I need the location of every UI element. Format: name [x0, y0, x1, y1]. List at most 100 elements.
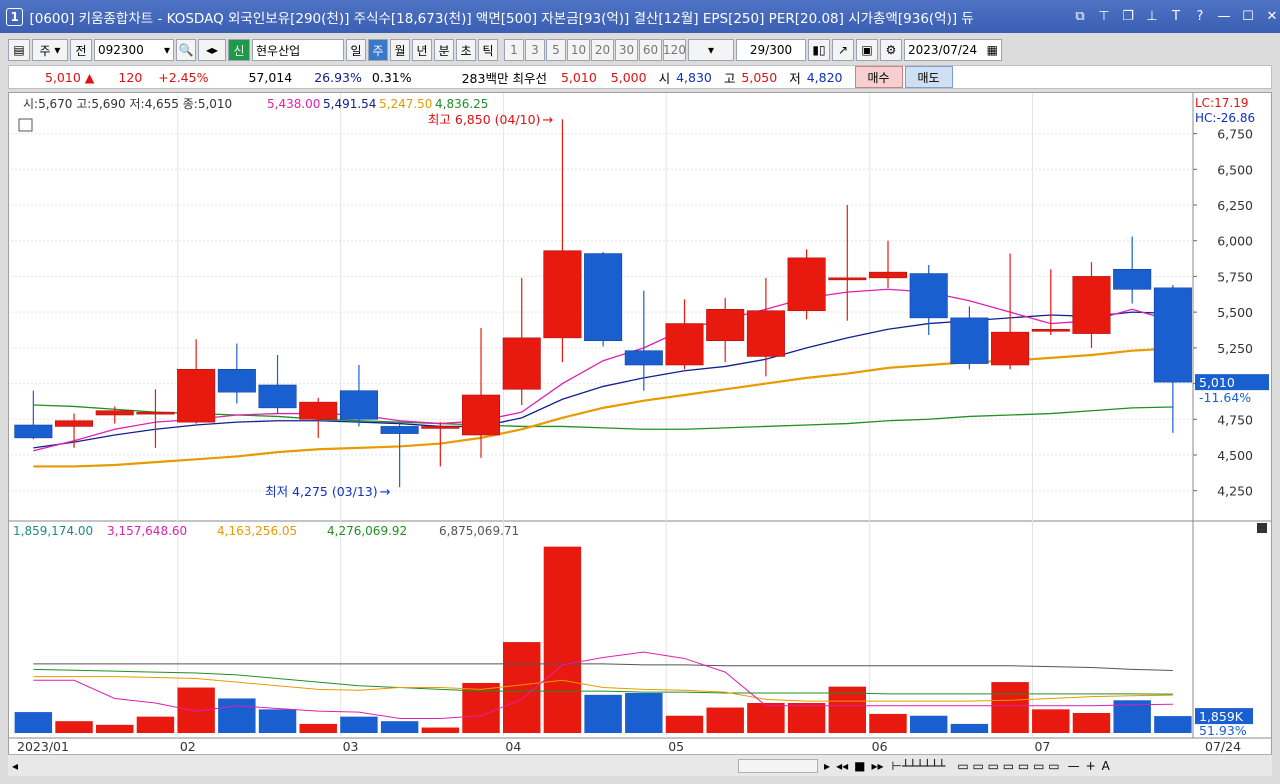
open: 4,830 — [676, 69, 712, 85]
chart-menu-icon[interactable]: ▤ — [8, 39, 30, 61]
interval-6[interactable]: 60 — [639, 39, 662, 61]
stock-name[interactable]: 현우산업 — [252, 39, 344, 61]
copy-icon[interactable]: ❐ — [1120, 9, 1136, 24]
volume-bar — [136, 716, 175, 733]
volume-bar — [96, 724, 134, 733]
tab-6[interactable]: 틱 — [478, 39, 498, 61]
volume-bar — [665, 715, 704, 733]
hc-label: HC:-26.86 — [1195, 111, 1255, 125]
current-price: 5,010 — [45, 69, 81, 85]
zoom-out-icon[interactable]: — — [1068, 759, 1080, 773]
pin-icon[interactable]: ⊤ — [1096, 9, 1112, 24]
settings-icon[interactable]: ⚙ — [880, 39, 902, 61]
chart-svg[interactable]: 6,7506,5006,2506,0005,7505,5005,2505,000… — [9, 93, 1271, 759]
forward-icon[interactable]: ▸▸ — [871, 759, 883, 773]
sound-icon[interactable]: ◂▸ — [198, 39, 226, 61]
price-tick-label: 6,500 — [1217, 162, 1253, 177]
x-tick-label: 05 — [668, 739, 684, 754]
candle-body — [339, 390, 378, 420]
calendar-icon[interactable]: ▦ — [987, 43, 998, 57]
interval-3[interactable]: 10 — [567, 39, 590, 61]
chart-scrollbar[interactable]: ◂ ▸ ◂◂ ■ ▸▸ ⊢┴┴┴┴┴┴ ▭ ▭ ▭ ▭ ▭ ▭ ▭ — + A — [8, 754, 1272, 776]
date-input[interactable]: 2023/07/24 ▦ — [904, 39, 1002, 61]
font-size-icon[interactable]: A — [1102, 759, 1110, 773]
toolbar: ▤ 주 ▾ 전 092300 ▾ 🔍 ◂▸ 신 현우산업 일주월년분초틱 1351… — [8, 37, 1272, 63]
price-tick-label: 4,500 — [1217, 448, 1253, 463]
help-icon[interactable]: ? — [1192, 9, 1208, 24]
play-icon[interactable]: ▸ — [824, 759, 830, 773]
close-icon[interactable]: ✕ — [1264, 9, 1280, 24]
scroll-left-icon[interactable]: ◂ — [12, 759, 18, 773]
maximize-icon[interactable]: ☐ — [1240, 9, 1256, 24]
high: 5,050 — [741, 69, 778, 85]
last-price-label: 5,010 — [1199, 375, 1235, 390]
stop-icon[interactable]: ■ — [854, 759, 865, 773]
period-select[interactable]: 주 ▾ — [32, 39, 68, 61]
candle-body — [502, 337, 541, 390]
buy-button[interactable]: 매수 — [854, 66, 903, 88]
up-arrow-icon: ▲ — [84, 69, 95, 85]
candle-body — [706, 308, 745, 342]
chart-area[interactable]: 6,7506,5006,2506,0005,7505,5005,2505,000… — [8, 92, 1272, 760]
interval-4[interactable]: 20 — [591, 39, 614, 61]
sell-button[interactable]: 매도 — [904, 66, 953, 88]
price-tick-label: 4,750 — [1217, 412, 1253, 427]
interval-select[interactable]: ▾ — [688, 39, 734, 61]
tab-5[interactable]: 초 — [456, 39, 476, 61]
tab-1[interactable]: 주 — [368, 39, 388, 61]
zoom-slider[interactable]: ⊢┴┴┴┴┴┴ — [892, 759, 946, 773]
volume-bar — [1072, 713, 1111, 733]
x-tick-label: 02 — [180, 739, 196, 754]
amount: 283백만 — [461, 70, 509, 86]
code-input[interactable]: 092300 ▾ — [94, 39, 174, 61]
volume-bar — [1154, 716, 1192, 733]
lc-label: LC:17.19 — [1195, 96, 1248, 110]
volume: 57,014 — [248, 69, 293, 85]
bid: 5,000 — [610, 69, 647, 85]
rewind-icon[interactable]: ◂◂ — [836, 759, 848, 773]
candle-body — [299, 401, 338, 420]
interval-1[interactable]: 3 — [525, 39, 545, 61]
tab-2[interactable]: 월 — [390, 39, 410, 61]
volume-bar — [380, 721, 419, 733]
prev-button[interactable]: 전 — [70, 39, 92, 61]
interval-0[interactable]: 1 — [504, 39, 524, 61]
best-label: 최우선 — [512, 70, 547, 86]
high-annotation: 최고 6,850 (04/10) — [428, 112, 541, 127]
text-icon[interactable]: T — [1168, 9, 1184, 24]
candle-body — [1113, 268, 1152, 290]
panel-close-icon — [1257, 523, 1267, 533]
candle-body — [624, 350, 663, 366]
interval-2[interactable]: 5 — [546, 39, 566, 61]
volume-bar — [14, 712, 53, 733]
candle-body — [462, 394, 501, 436]
price-tick-label: 4,250 — [1217, 484, 1253, 499]
link-icon[interactable]: ⧉ — [1072, 9, 1088, 24]
save-icon[interactable]: ▣ — [856, 39, 878, 61]
tab-0[interactable]: 일 — [346, 39, 366, 61]
minimize-icon[interactable]: — — [1216, 9, 1232, 24]
count-input[interactable]: 29/300 — [736, 39, 806, 61]
volume-bar — [258, 709, 297, 733]
tab-3[interactable]: 년 — [412, 39, 432, 61]
draw-icon[interactable]: ↗ — [832, 39, 854, 61]
candle-body — [543, 250, 582, 339]
volume-bar — [421, 727, 460, 733]
scroll-thumb[interactable] — [738, 758, 819, 773]
layout-icon[interactable]: ⊥ — [1144, 9, 1160, 24]
volume-bar — [584, 694, 622, 733]
view-icons[interactable]: ▭ ▭ ▭ ▭ ▭ ▭ ▭ — [957, 759, 1059, 773]
candle-body — [1072, 276, 1111, 334]
volume-bar — [706, 707, 744, 733]
candle-body — [14, 424, 53, 439]
interval-7[interactable]: 120 — [663, 39, 686, 61]
interval-5[interactable]: 30 — [615, 39, 638, 61]
candle-body — [95, 410, 134, 416]
tab-4[interactable]: 분 — [434, 39, 454, 61]
candle-type-icon[interactable]: ▮▯ — [808, 39, 830, 61]
zoom-in-icon[interactable]: + — [1086, 759, 1096, 773]
volume-bar — [502, 642, 541, 733]
search-icon[interactable]: 🔍 — [176, 39, 196, 61]
candle-body — [787, 257, 826, 312]
change-pct: +2.45% — [158, 69, 209, 85]
